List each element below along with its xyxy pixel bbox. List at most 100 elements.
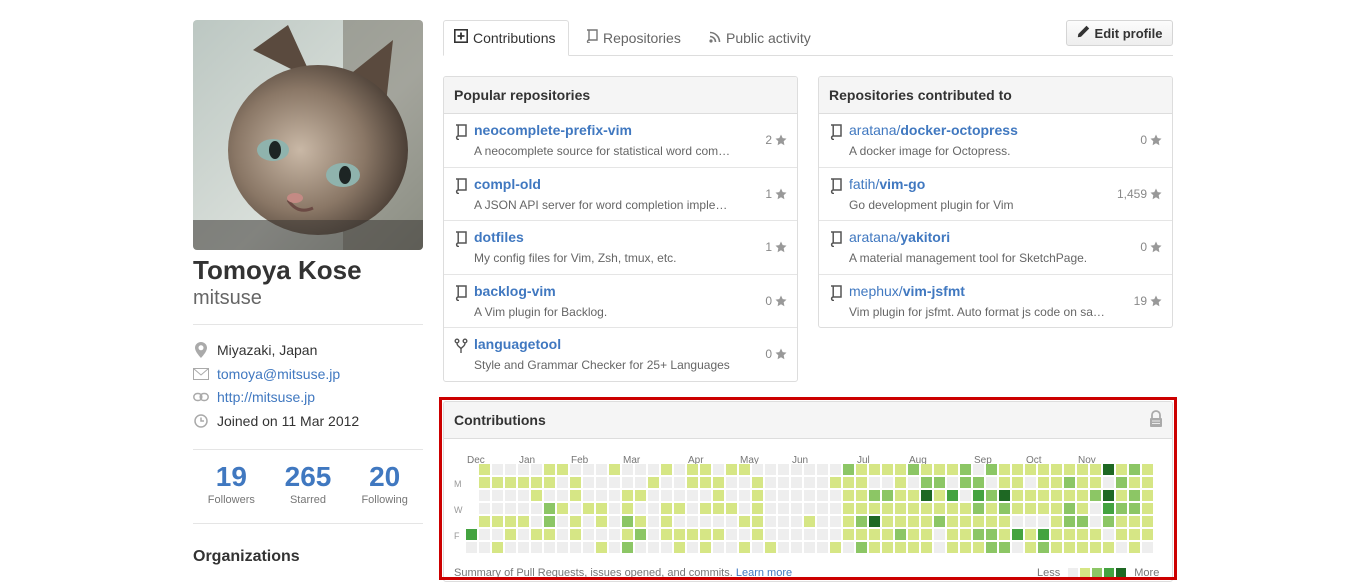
repo-full-name[interactable]: aratana/yakitori bbox=[849, 229, 950, 245]
contributed-repos-box: Repositories contributed to aratana/dock… bbox=[818, 76, 1173, 328]
popular-repo-item[interactable]: dotfiles My config files for Vim, Zsh, tm… bbox=[444, 221, 797, 275]
repo-full-name[interactable]: fatih/vim-go bbox=[849, 176, 925, 192]
repo-description: A Vim plugin for Backlog. bbox=[474, 304, 608, 319]
repo-stars: 1 bbox=[765, 187, 787, 201]
repo-icon bbox=[829, 231, 843, 248]
star-icon bbox=[775, 134, 787, 146]
joined-prefix: Joined on bbox=[217, 413, 278, 429]
star-count: 1 bbox=[765, 240, 772, 254]
popular-repo-item[interactable]: compl-old A JSON API server for word comp… bbox=[444, 168, 797, 221]
location-text: Miyazaki, Japan bbox=[217, 342, 318, 358]
link-icon bbox=[193, 392, 209, 402]
star-count: 19 bbox=[1133, 293, 1147, 308]
repo-name: vim-jsfmt bbox=[902, 282, 965, 299]
repo-full-name[interactable]: mephux/vim-jsfmt bbox=[849, 283, 965, 299]
repo-icon bbox=[586, 20, 598, 56]
tab-label: Contributions bbox=[473, 30, 556, 46]
star-icon bbox=[1150, 295, 1162, 306]
repo-name[interactable]: dotfiles bbox=[474, 229, 524, 245]
repo-description: A docker image for Octopress. bbox=[849, 144, 1011, 158]
tab-label: Public activity bbox=[726, 29, 811, 46]
contributed-repos-list: aratana/docker-octopress A docker image f… bbox=[819, 114, 1172, 328]
url-link[interactable]: http://mitsuse.jp bbox=[217, 386, 315, 408]
contributed-repo-item[interactable]: fatih/vim-go Go development plugin for Vi… bbox=[819, 168, 1172, 221]
stat-number: 19 bbox=[215, 461, 247, 492]
clock-icon bbox=[193, 414, 209, 428]
repo-name[interactable]: compl-old bbox=[474, 176, 541, 192]
star-count: 2 bbox=[765, 133, 772, 147]
stat-number: 20 bbox=[369, 461, 401, 492]
avatar-image bbox=[193, 20, 423, 250]
repo-name: docker-octopress bbox=[900, 122, 1018, 138]
repo-stars: 0 bbox=[765, 294, 787, 308]
repo-owner: mephux/ bbox=[849, 282, 903, 299]
repo-stars: 19 bbox=[1134, 294, 1162, 308]
tab-repositories[interactable]: Repositories bbox=[576, 20, 691, 55]
tab-label: Repositories bbox=[603, 29, 681, 46]
profile-username: mitsuse bbox=[193, 287, 262, 309]
rss-icon bbox=[709, 20, 721, 56]
joined-date: 11 Mar 2012 bbox=[281, 413, 360, 429]
edit-profile-button[interactable]: Edit profile bbox=[1066, 20, 1173, 46]
avatar[interactable] bbox=[193, 20, 423, 250]
profile-tabs: Contributions Repositories Public activi… bbox=[443, 20, 1173, 56]
star-count: 1,459 bbox=[1116, 186, 1147, 201]
star-count: 0 bbox=[765, 347, 772, 361]
detail-email: tomoya@mitsuse.jp bbox=[193, 363, 340, 385]
repo-owner: aratana/ bbox=[849, 122, 901, 138]
email-link[interactable]: tomoya@mitsuse.jp bbox=[217, 363, 340, 385]
repo-description: My config files for Vim, Zsh, tmux, etc. bbox=[474, 251, 677, 265]
repo-stars: 0 bbox=[1140, 240, 1162, 254]
stat-starred[interactable]: 265 Starred bbox=[270, 461, 347, 507]
detail-url: http://mitsuse.jp bbox=[193, 386, 315, 408]
repo-icon bbox=[829, 177, 843, 194]
vcard-stats: 19 Followers 265 Starred 20 Following bbox=[193, 461, 423, 507]
repo-description: Vim plugin for jsfmt. Auto format js cod… bbox=[849, 304, 1105, 319]
mail-icon bbox=[193, 368, 209, 380]
divider bbox=[193, 523, 423, 524]
repo-icon bbox=[454, 231, 468, 248]
edit-profile-label: Edit profile bbox=[1094, 25, 1163, 41]
tab-contributions[interactable]: Contributions bbox=[443, 20, 569, 56]
popular-repos-title: Popular repositories bbox=[444, 77, 797, 114]
star-count: 0 bbox=[1140, 240, 1147, 254]
location-icon bbox=[193, 342, 209, 358]
profile-fullname: Tomoya Kose bbox=[193, 255, 362, 285]
star-icon bbox=[775, 188, 787, 199]
star-icon bbox=[775, 348, 787, 360]
star-count: 1 bbox=[765, 186, 772, 201]
repo-name[interactable]: backlog-vim bbox=[474, 283, 556, 299]
repo-name[interactable]: neocomplete-prefix-vim bbox=[474, 122, 632, 138]
popular-repo-item[interactable]: languagetool Style and Grammar Checker fo… bbox=[444, 328, 797, 381]
stat-following[interactable]: 20 Following bbox=[346, 461, 423, 507]
star-icon bbox=[1150, 188, 1162, 199]
stat-number: 265 bbox=[284, 461, 332, 492]
contributed-repo-item[interactable]: aratana/docker-octopress A docker image f… bbox=[819, 114, 1172, 168]
stat-label: Following bbox=[361, 494, 408, 506]
stat-label: Starred bbox=[289, 494, 327, 506]
star-icon bbox=[1150, 134, 1162, 146]
popular-repo-item[interactable]: backlog-vim A Vim plugin for Backlog. 0 bbox=[444, 275, 797, 328]
tab-public-activity[interactable]: Public activity bbox=[699, 20, 821, 55]
contributed-repo-item[interactable]: aratana/yakitori A material management to… bbox=[819, 221, 1172, 275]
repo-stars: 1 bbox=[765, 240, 787, 254]
popular-repos-box: Popular repositories neocomplete-prefix-… bbox=[443, 76, 798, 382]
repo-stars: 2 bbox=[765, 133, 787, 147]
repo-icon bbox=[829, 124, 843, 141]
contributed-repos-title: Repositories contributed to bbox=[819, 77, 1172, 114]
repo-description: Go development plugin for Vim bbox=[849, 197, 1014, 212]
repo-stars: 1,459 bbox=[1117, 187, 1162, 201]
repo-stars: 0 bbox=[765, 347, 787, 361]
popular-repo-item[interactable]: neocomplete-prefix-vim A neocomplete sour… bbox=[444, 114, 797, 168]
stat-followers[interactable]: 19 Followers bbox=[193, 461, 270, 507]
repo-full-name[interactable]: aratana/docker-octopress bbox=[849, 122, 1018, 138]
repo-description: Style and Grammar Checker for 25+ Langua… bbox=[474, 358, 730, 372]
star-icon bbox=[775, 241, 787, 253]
repo-name[interactable]: languagetool bbox=[474, 336, 561, 352]
star-count: 0 bbox=[1140, 133, 1147, 147]
divider bbox=[193, 449, 423, 450]
contributed-repo-item[interactable]: mephux/vim-jsfmt Vim plugin for jsfmt. Au… bbox=[819, 275, 1172, 328]
organizations-heading: Organizations bbox=[193, 548, 300, 565]
star-icon bbox=[775, 295, 787, 306]
repo-description: A JSON API server for word completion im… bbox=[474, 197, 728, 212]
